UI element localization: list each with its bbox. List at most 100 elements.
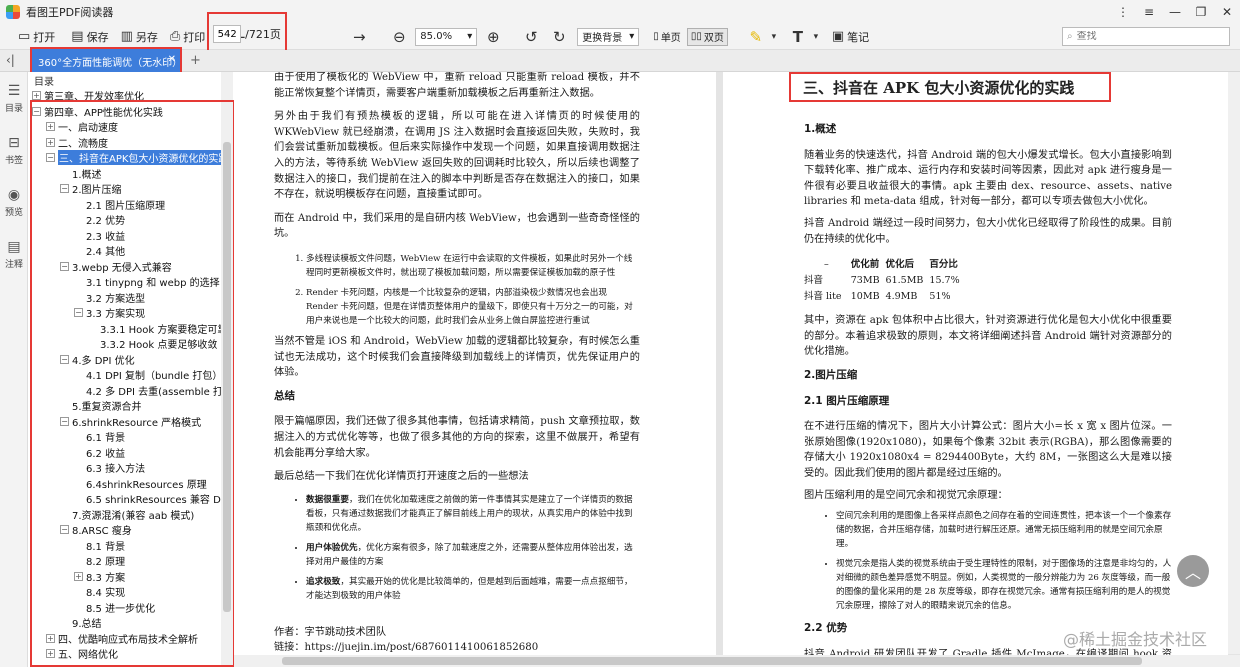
note-button[interactable]: ▣ 笔记 bbox=[828, 26, 873, 48]
toc-item[interactable]: 4.2 多 DPI 去重(assemble 打包) bbox=[32, 383, 234, 399]
paragraph: 限于篇幅原因，我们还做了很多其他事情，包括请求精简，push 文章预拉取，数据注… bbox=[274, 416, 640, 459]
toc-item[interactable]: − 三、抖音在APK包大小资源优化的实践 bbox=[32, 150, 232, 166]
save-as-button[interactable]: ▥ 另存 bbox=[117, 26, 162, 48]
toc-item[interactable]: + 二、流畅度 bbox=[32, 135, 232, 151]
toc-scrollbar[interactable] bbox=[221, 72, 233, 667]
toc-item-label: 2.3 收益 bbox=[86, 231, 126, 243]
toc-item[interactable]: + 四、优酷响应式布局技术全解析 bbox=[32, 631, 232, 647]
rotate-left-button[interactable]: ↺ bbox=[519, 26, 543, 48]
rotate-right-button[interactable]: ↻ bbox=[547, 26, 571, 48]
toc-item[interactable]: 8.4 实现 bbox=[32, 584, 232, 600]
toc-item[interactable]: 2.4 其他 bbox=[32, 243, 232, 259]
expand-icon[interactable]: + bbox=[46, 137, 55, 147]
more-icon[interactable]: ⋮ bbox=[1110, 0, 1136, 24]
collapse-icon[interactable]: − bbox=[60, 261, 69, 271]
toc-item[interactable]: −3.3 方案实现 bbox=[32, 305, 232, 321]
single-page-button[interactable]: ▯ 单页 bbox=[649, 28, 685, 46]
zoom-out-icon: ⊖ bbox=[393, 27, 406, 46]
toc-item[interactable]: 2.3 收益 bbox=[32, 228, 232, 244]
maximize-icon[interactable]: ❐ bbox=[1188, 0, 1214, 24]
toc-item[interactable]: 3.3.2 Hook 点要足够收敛 bbox=[32, 336, 232, 352]
toc-item[interactable]: −2.图片压缩 bbox=[32, 181, 232, 197]
toc-item[interactable]: 5.重复资源合并 bbox=[32, 398, 232, 414]
toc-item[interactable]: 9.总结 bbox=[32, 615, 232, 631]
sidebar-item-bookmark[interactable]: ⊟ 书签 bbox=[0, 124, 28, 176]
save-button[interactable]: ▤ 保存 bbox=[67, 26, 112, 48]
zoom-in-button[interactable]: ⊕ bbox=[481, 26, 505, 48]
toc-item-label: 6.3 接入方法 bbox=[86, 464, 146, 476]
toc-item[interactable]: 4.1 DPI 复制（bundle 打包） bbox=[32, 367, 232, 383]
toc-item-label: 6.2 收益 bbox=[86, 448, 126, 460]
toc-item[interactable]: 8.5 进一步优化 bbox=[32, 600, 232, 616]
expand-icon[interactable]: + bbox=[46, 122, 55, 132]
toc-item[interactable]: + 第三章、开发效率优化 bbox=[32, 88, 232, 104]
toc-item[interactable]: 6.3 接入方法 bbox=[32, 460, 232, 476]
viewer-vertical-scrollbar[interactable] bbox=[1228, 72, 1240, 654]
toc-item[interactable]: 3.1 tinypng 和 webp 的选择 bbox=[32, 274, 232, 290]
toc-item[interactable]: 3.2 方案选型 bbox=[32, 290, 232, 306]
author-line: 作者：字节跳动技术团队 bbox=[274, 626, 387, 638]
collapse-icon[interactable]: − bbox=[74, 308, 83, 318]
toc-item[interactable]: 6.4shrinkResources 原理 bbox=[32, 476, 232, 492]
next-page-button[interactable]: → bbox=[347, 26, 371, 48]
list-icon: ☰ bbox=[7, 82, 21, 99]
text-tool-button[interactable]: T bbox=[786, 26, 810, 48]
collapse-icon[interactable]: − bbox=[60, 416, 69, 426]
toc-item[interactable]: 3.3.1 Hook 方案要稳定可靠 bbox=[32, 321, 232, 337]
expand-icon[interactable]: + bbox=[46, 633, 55, 643]
sidebar-item-toc[interactable]: ☰ 目录 bbox=[0, 72, 28, 124]
toc-item[interactable]: 7.资源混淆(兼容 aab 模式) bbox=[32, 507, 232, 523]
toc-item[interactable]: 6.2 收益 bbox=[32, 445, 232, 461]
add-tab-button[interactable]: + bbox=[190, 53, 201, 68]
toc-item[interactable]: − 第四章、APP性能优化实践 bbox=[32, 104, 232, 120]
close-tab-icon[interactable]: ✕ bbox=[168, 54, 176, 65]
sidebar-item-annotation[interactable]: ▤ 注释 bbox=[0, 228, 28, 280]
toc-item[interactable]: 2.2 优势 bbox=[32, 212, 232, 228]
document-tab[interactable]: 360°全方面性能调优（无水印） ✕ bbox=[30, 47, 182, 75]
horizontal-scrollbar-thumb[interactable] bbox=[282, 657, 1142, 665]
toc-item[interactable]: −8.ARSC 瘦身 bbox=[32, 522, 232, 538]
page-number-input[interactable] bbox=[213, 25, 242, 43]
toc-item[interactable]: 8.2 原理 bbox=[32, 553, 232, 569]
toc-item[interactable]: + 五、网络优化 bbox=[32, 646, 232, 662]
toc-item[interactable]: +8.3 方案 bbox=[32, 569, 232, 585]
toc-item[interactable]: 1.概述 bbox=[32, 166, 232, 182]
toc-item[interactable]: + 一、启动速度 bbox=[32, 119, 232, 135]
open-button[interactable]: ▭ 打开 bbox=[14, 26, 59, 48]
collapse-icon[interactable]: − bbox=[32, 106, 41, 116]
collapse-icon[interactable]: − bbox=[60, 354, 69, 364]
collapse-icon[interactable]: − bbox=[46, 153, 55, 163]
print-button[interactable]: ⎙ 打印 bbox=[166, 26, 209, 48]
collapse-icon[interactable]: − bbox=[60, 525, 69, 535]
text-tool-dropdown[interactable]: ▾ bbox=[810, 26, 822, 48]
toc-item[interactable]: −3.webp 无侵入式兼容 bbox=[32, 259, 232, 275]
search-input[interactable] bbox=[1076, 31, 1217, 42]
tab-scroll-left-icon[interactable]: ‹| bbox=[6, 53, 15, 67]
toc-item[interactable]: 6.1 背景 bbox=[32, 429, 232, 445]
link-line[interactable]: 链接：https://juejin.im/post/68760114100618… bbox=[274, 640, 640, 656]
zoom-out-button[interactable]: ⊖ bbox=[387, 26, 411, 48]
expand-icon[interactable]: + bbox=[32, 91, 41, 101]
search-box[interactable]: ⌕ bbox=[1062, 27, 1230, 46]
document-viewer[interactable]: 由于使用了模板化的 WebView 中，重新 reload 只能重新 reloa… bbox=[234, 72, 1240, 667]
toc-item[interactable]: 6.5 shrinkResources 兼容 Dynamic bbox=[32, 491, 234, 507]
minimize-icon[interactable]: — bbox=[1162, 0, 1188, 24]
toc-item[interactable]: 2.1 图片压缩原理 bbox=[32, 197, 232, 213]
expand-icon[interactable]: + bbox=[74, 571, 83, 581]
menu-icon[interactable]: ≡ bbox=[1136, 0, 1162, 24]
close-window-icon[interactable]: ✕ bbox=[1214, 0, 1240, 24]
highlighter-button[interactable]: ✎ bbox=[744, 26, 768, 48]
expand-icon[interactable]: + bbox=[46, 649, 55, 659]
scroll-to-top-button[interactable]: ︿ bbox=[1177, 555, 1209, 587]
background-select[interactable]: 更换背景 ▾ bbox=[577, 27, 640, 46]
toc-item[interactable]: −6.shrinkResource 严格模式 bbox=[32, 414, 232, 430]
toc-scrollbar-thumb[interactable] bbox=[223, 142, 231, 612]
highlighter-dropdown[interactable]: ▾ bbox=[768, 26, 780, 48]
sidebar-item-preview[interactable]: ◉ 预览 bbox=[0, 176, 28, 228]
toc-item[interactable]: −4.多 DPI 优化 bbox=[32, 352, 232, 368]
double-page-button[interactable]: ▯▯ 双页 bbox=[686, 27, 728, 46]
collapse-icon[interactable]: − bbox=[60, 184, 69, 194]
viewer-horizontal-scrollbar[interactable] bbox=[234, 655, 1240, 667]
toc-item[interactable]: 8.1 背景 bbox=[32, 538, 232, 554]
zoom-select[interactable]: 85.0% ▾ bbox=[415, 27, 478, 46]
